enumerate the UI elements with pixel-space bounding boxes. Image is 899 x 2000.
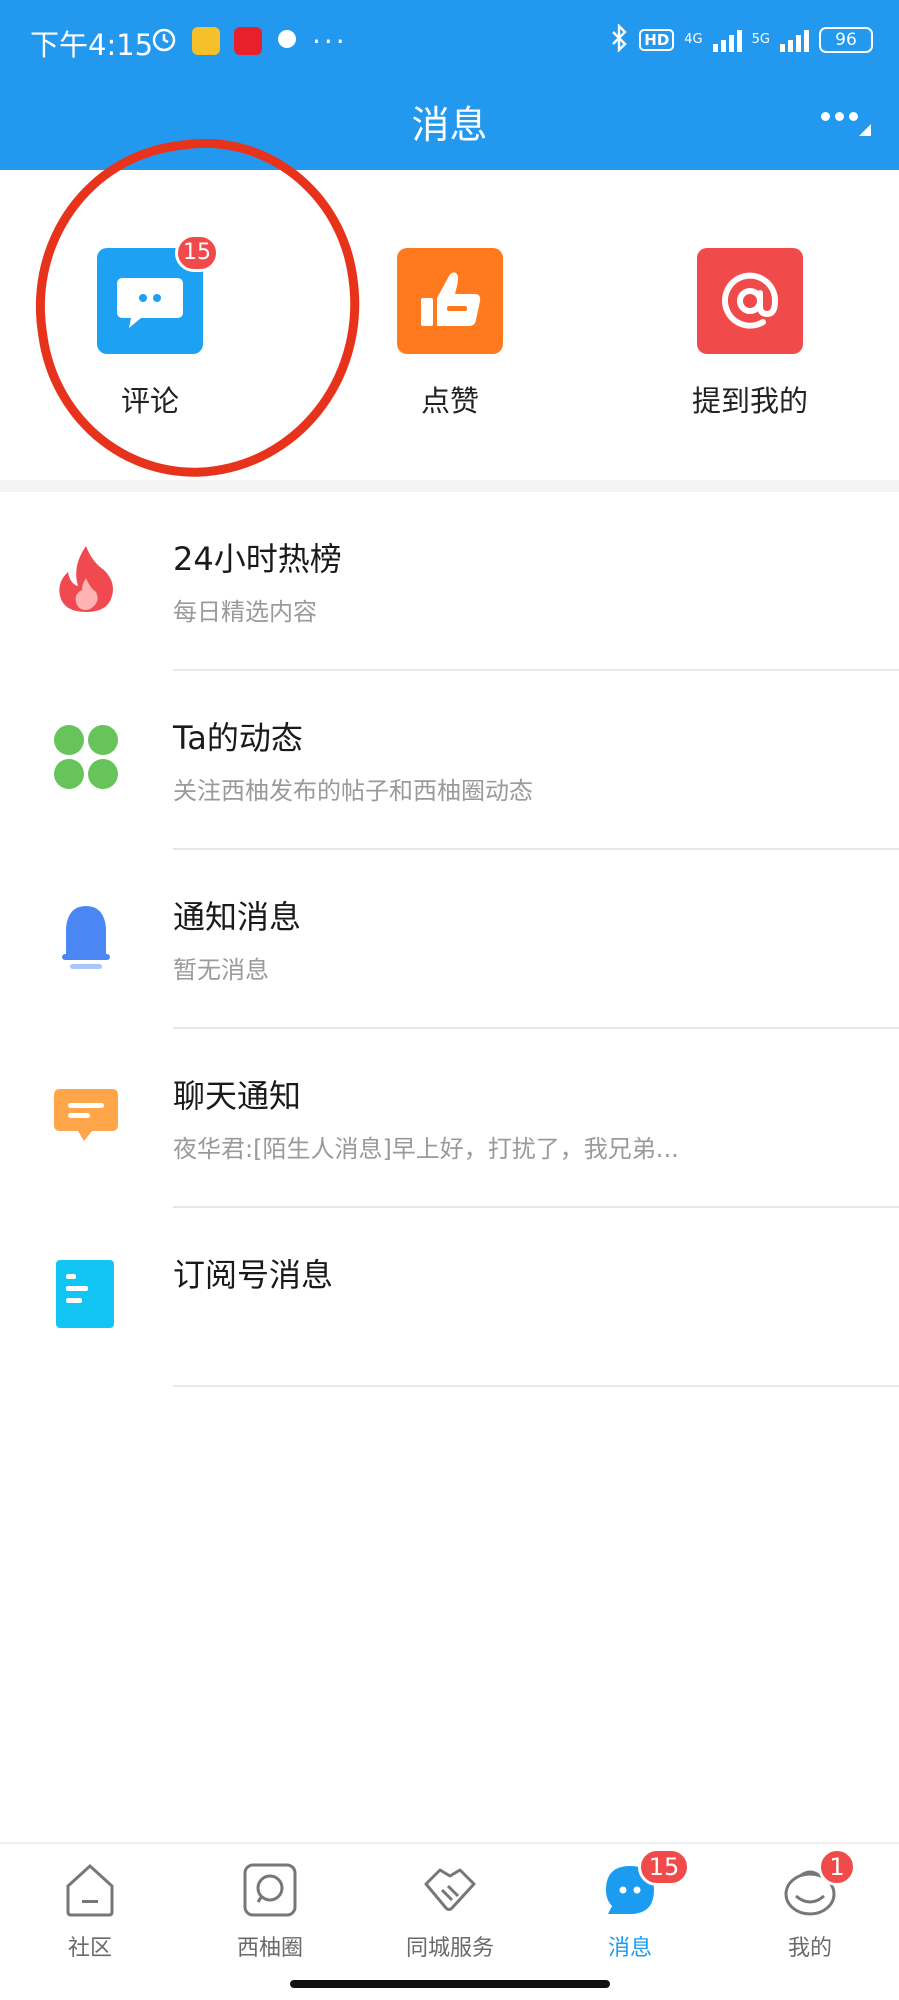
list-item-subtitle: 暂无消息 <box>173 956 269 984</box>
battery-icon: 96 <box>819 27 873 53</box>
list-item-title: Ta的动态 <box>173 719 303 757</box>
list-item-ta-activity[interactable]: Ta的动态 关注西柚发布的帖子和西柚圈动态 <box>0 671 899 850</box>
app-notification-icon-2 <box>234 27 262 55</box>
status-right-icons: HD 4G 5G 96 <box>609 22 873 58</box>
mentions-button[interactable]: 提到我的 <box>640 248 860 448</box>
list-item-title: 订阅号消息 <box>173 1256 334 1294</box>
list-item-subtitle: 每日精选内容 <box>173 598 317 626</box>
section-divider <box>0 480 899 492</box>
app-notification-icon-3 <box>276 28 298 54</box>
tab-local-services[interactable]: 同城服务 <box>360 1844 540 1974</box>
status-bar: 下午4:15 ··· HD 4G 5G 96 <box>0 0 899 82</box>
list-item-hot-ranking[interactable]: 24小时热榜 每日精选内容 <box>0 492 899 671</box>
likes-label: 点赞 <box>420 384 479 418</box>
circle-square-icon <box>242 1862 298 1918</box>
profile-badge: 1 <box>818 1848 856 1886</box>
more-notifications-icon: ··· <box>312 24 348 58</box>
likes-button[interactable]: 点赞 <box>340 248 560 448</box>
status-left-icons: ··· <box>150 24 348 58</box>
tab-messages[interactable]: 15 消息 <box>540 1844 720 1974</box>
list-item-title: 通知消息 <box>173 898 302 936</box>
tab-label: 同城服务 <box>405 1936 494 1961</box>
tab-label: 消息 <box>607 1936 652 1961</box>
tab-label: 社区 <box>67 1936 112 1961</box>
thumbs-up-icon <box>397 248 503 354</box>
list-item-notifications[interactable]: 通知消息 暂无消息 <box>0 850 899 1029</box>
list-item-subscriptions[interactable]: 订阅号消息 <box>0 1208 899 1387</box>
bell-icon <box>52 900 120 972</box>
message-list: 24小时热榜 每日精选内容 Ta的动态 关注西柚发布的帖子和西柚圈动态 通知消息… <box>0 492 899 1387</box>
bottom-navigation: 社区 西柚圈 同城服务 15 消息 1 我的 <box>0 1842 899 2000</box>
chat-bubble-icon <box>52 1079 120 1151</box>
tab-xiyou-circle[interactable]: 西柚圈 <box>180 1844 360 1974</box>
app-notification-icon <box>192 27 220 55</box>
list-item-title: 聊天通知 <box>173 1077 302 1115</box>
tab-label: 我的 <box>787 1936 832 1961</box>
page-title: 消息 <box>411 103 488 147</box>
home-icon <box>62 1862 118 1918</box>
tab-label: 西柚圈 <box>236 1936 303 1961</box>
home-indicator[interactable] <box>290 1980 610 1988</box>
mentions-label: 提到我的 <box>691 384 808 418</box>
list-item-title: 24小时热榜 <box>173 540 342 578</box>
tab-profile[interactable]: 1 我的 <box>720 1844 899 1974</box>
handshake-icon <box>422 1862 478 1918</box>
list-item-subtitle: 关注西柚发布的帖子和西柚圈动态 <box>173 777 533 805</box>
alarm-icon <box>150 25 178 57</box>
tab-community[interactable]: 社区 <box>0 1844 180 1974</box>
signal-5g-icon <box>780 28 809 52</box>
network-5g-label: 5G <box>751 32 770 47</box>
list-item-subtitle: 夜华君:[陌生人消息]早上好，打扰了，我兄弟... <box>173 1135 679 1163</box>
at-icon <box>697 248 803 354</box>
header: 下午4:15 ··· HD 4G 5G 96 消息 <box>0 0 899 170</box>
messages-badge: 15 <box>638 1848 690 1886</box>
flame-icon <box>52 542 120 614</box>
bluetooth-icon <box>609 23 629 56</box>
hd-icon: HD <box>639 29 675 51</box>
status-time: 下午4:15 <box>30 28 154 62</box>
signal-4g-icon <box>712 28 742 52</box>
list-item-chat-notifications[interactable]: 聊天通知 夜华君:[陌生人消息]早上好，打扰了，我兄弟... <box>0 1029 899 1208</box>
more-options-button[interactable] <box>821 104 871 140</box>
clover-icon <box>52 721 120 793</box>
network-4g-label: 4G <box>684 32 703 47</box>
divider <box>173 1385 899 1387</box>
document-icon <box>52 1258 120 1330</box>
